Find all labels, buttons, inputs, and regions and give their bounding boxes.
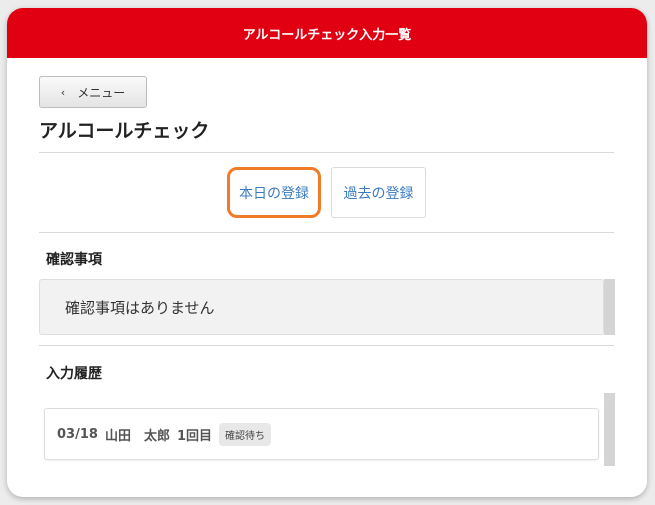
- tab-past-label: 過去の登録: [343, 185, 414, 202]
- header-title: アルコールチェック入力一覧: [242, 27, 412, 43]
- history-scrollbar[interactable]: [604, 393, 615, 466]
- menu-back-button[interactable]: ‹ メニュー: [39, 76, 147, 108]
- page-title: アルコールチェック: [39, 120, 210, 142]
- history-list-item[interactable]: 03/18 山田 太郎 1回目 確認待ち: [44, 408, 599, 460]
- confirm-heading: 確認事項: [46, 252, 102, 268]
- history-heading: 入力履歴: [46, 366, 102, 382]
- tabs-divider: [39, 232, 614, 233]
- confirm-message: 確認事項はありません: [65, 298, 215, 317]
- confirm-divider: [39, 345, 614, 346]
- history-name: 山田 太郎: [104, 428, 170, 444]
- history-date: 03/18: [57, 426, 98, 442]
- tab-today-label: 本日の登録: [239, 185, 309, 202]
- confirm-scrollbar[interactable]: [604, 279, 615, 335]
- history-count: 1回目: [176, 428, 212, 444]
- confirm-message-box: 確認事項はありません: [39, 279, 604, 335]
- tab-past-registration[interactable]: 過去の登録: [331, 167, 426, 218]
- title-divider: [39, 152, 614, 153]
- app-header: アルコールチェック入力一覧: [7, 8, 647, 58]
- tab-today-registration[interactable]: 本日の登録: [227, 167, 321, 218]
- chevron-left-icon: ‹: [60, 85, 66, 99]
- status-badge: 確認待ち: [219, 422, 271, 446]
- main-card: アルコールチェック入力一覧 ‹ メニュー アルコールチェック 本日の登録 過去の…: [7, 8, 647, 497]
- menu-back-label: メニュー: [77, 85, 126, 100]
